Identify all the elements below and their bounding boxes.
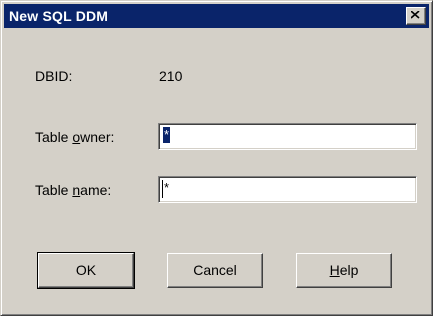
- cancel-button[interactable]: Cancel: [167, 253, 263, 288]
- close-icon: [411, 11, 420, 19]
- dbid-label: DBID:: [35, 68, 73, 84]
- table-owner-label: Table owner:: [35, 129, 115, 145]
- table-name-label: Table name:: [35, 182, 112, 198]
- title-bar[interactable]: New SQL DDM: [4, 4, 429, 28]
- dbid-value: 210: [159, 68, 183, 84]
- table-name-input[interactable]: *: [158, 176, 417, 203]
- table-owner-value: *: [163, 127, 171, 143]
- table-owner-input[interactable]: *: [158, 123, 417, 150]
- new-sql-ddm-dialog: New SQL DDM DBID: 210 Table owner: * Tab…: [0, 0, 433, 316]
- close-button[interactable]: [406, 7, 426, 25]
- help-button[interactable]: Help: [296, 253, 392, 288]
- ok-button[interactable]: OK: [37, 252, 135, 289]
- dialog-title: New SQL DDM: [9, 8, 109, 24]
- table-name-value: *: [164, 180, 170, 195]
